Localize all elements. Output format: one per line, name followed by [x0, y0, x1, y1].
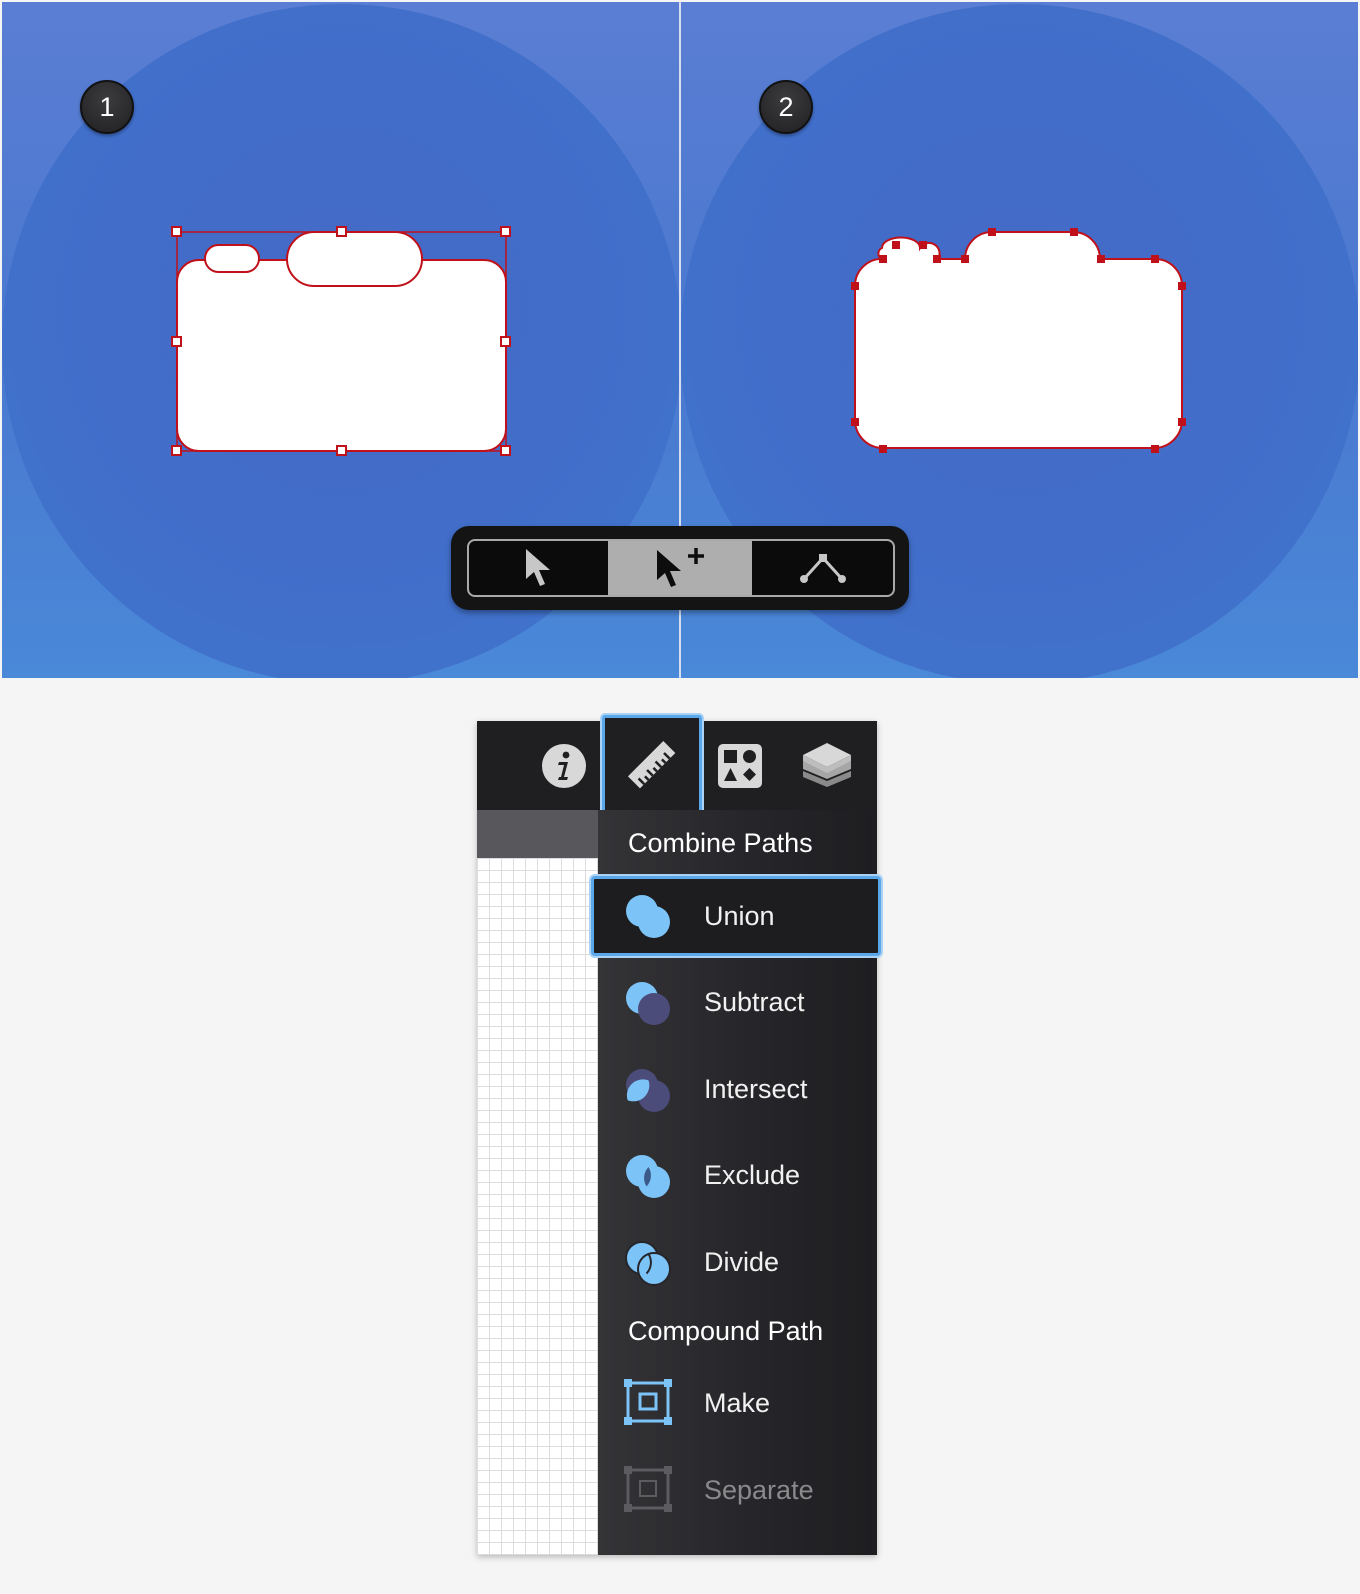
- inspector-panel: Combine Paths Union Subtract Intersect E…: [477, 715, 881, 1555]
- grid-header-bar: [477, 810, 598, 858]
- arrow-pointer-icon: [526, 549, 551, 586]
- tab-ruler[interactable]: [602, 715, 702, 815]
- layers-icon: [803, 742, 851, 787]
- anchor-point: [1178, 418, 1186, 426]
- make-compound-menu-item[interactable]: Make: [598, 1363, 877, 1443]
- separate-label: Separate: [704, 1474, 814, 1505]
- anchor-point: [1151, 255, 1159, 263]
- union-menu-item[interactable]: Union: [591, 876, 881, 956]
- anchor-point: [851, 418, 859, 426]
- divide-menu-item[interactable]: Divide: [598, 1222, 877, 1302]
- anchor-point: [879, 255, 887, 263]
- tab-layers[interactable]: [777, 721, 877, 810]
- anchor-point: [1070, 228, 1078, 236]
- tool-segmented-control: [467, 539, 895, 597]
- shapes-icon: [717, 743, 762, 788]
- make-compound-icon: [624, 1379, 672, 1425]
- separate-compound-icon: [624, 1466, 672, 1512]
- arrow-pointer-plus-icon: [657, 548, 704, 587]
- ruler-icon: [627, 740, 676, 789]
- intersect-menu-item[interactable]: Intersect: [598, 1049, 877, 1129]
- exclude-label: Exclude: [704, 1159, 801, 1190]
- subtract-menu-item[interactable]: Subtract: [598, 962, 877, 1042]
- anchor-point: [1151, 445, 1159, 453]
- union-result-shape: [853, 231, 1183, 449]
- intersect-icon: [626, 1069, 670, 1112]
- info-icon: [542, 743, 586, 788]
- union-icon: [626, 895, 670, 938]
- divide-icon: [625, 1241, 671, 1286]
- canvas-grid-preview: [477, 810, 598, 1555]
- exclude-icon: [626, 1155, 670, 1198]
- combine-paths-heading: Combine Paths: [628, 828, 813, 858]
- node-tool-button[interactable]: [752, 541, 893, 595]
- divide-label: Divide: [704, 1246, 780, 1277]
- anchor-point: [851, 282, 859, 290]
- intersect-label: Intersect: [704, 1073, 808, 1104]
- anchor-point: [892, 241, 900, 249]
- anchor-point: [919, 241, 927, 249]
- step-1-badge: 1: [80, 80, 134, 134]
- anchor-point: [879, 445, 887, 453]
- subtract-icon: [626, 982, 670, 1025]
- select-tool-button[interactable]: [469, 541, 608, 595]
- anchor-point: [1097, 255, 1105, 263]
- make-label: Make: [704, 1387, 771, 1418]
- anchor-point: [933, 255, 941, 263]
- anchor-point: [988, 228, 996, 236]
- anchor-point: [1178, 282, 1186, 290]
- canvas-area: 1 2: [0, 0, 1360, 680]
- subtract-label: Subtract: [704, 986, 805, 1017]
- selection-toolbar: [451, 526, 909, 610]
- node-path-icon: [799, 554, 846, 583]
- exclude-menu-item[interactable]: Exclude: [598, 1135, 877, 1215]
- union-label: Union: [704, 900, 775, 931]
- anchor-point: [961, 255, 969, 263]
- compound-path-heading: Compound Path: [628, 1316, 824, 1346]
- path-operations-menu: Combine Paths Union Subtract Intersect E…: [591, 810, 881, 1555]
- inspector-tab-bar: [477, 715, 877, 815]
- tab-info[interactable]: [529, 721, 599, 810]
- separate-compound-menu-item[interactable]: Separate: [598, 1450, 877, 1530]
- tab-shapes[interactable]: [702, 721, 777, 810]
- step-2-badge: 2: [759, 80, 813, 134]
- add-select-tool-button[interactable]: [607, 541, 753, 595]
